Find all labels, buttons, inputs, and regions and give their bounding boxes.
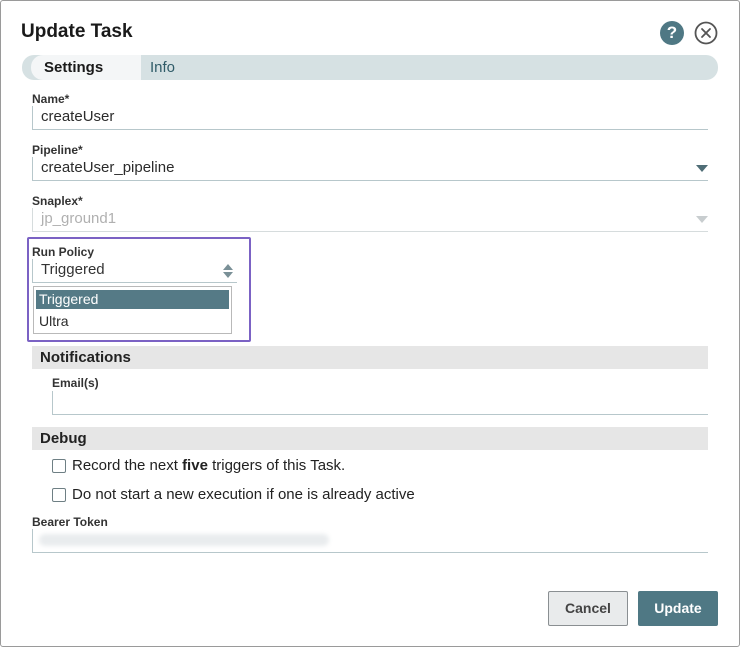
bearer-token-label: Bearer Token xyxy=(32,515,108,529)
help-icon[interactable]: ? xyxy=(660,21,684,45)
option-triggered[interactable]: Triggered xyxy=(36,290,229,309)
record-triggers-label: Record the next five triggers of this Ta… xyxy=(72,457,346,474)
email-label: Email(s) xyxy=(52,376,99,390)
record-triggers-checkbox[interactable] xyxy=(52,459,66,473)
name-input[interactable]: createUser xyxy=(32,106,708,130)
snaplex-select: jp_ground1 xyxy=(32,208,708,232)
pipeline-select[interactable]: createUser_pipeline xyxy=(32,157,708,181)
debug-section-header: Debug xyxy=(32,427,708,450)
run-policy-dropdown: Triggered Ultra xyxy=(33,286,232,334)
chevron-down-icon xyxy=(696,165,708,172)
option-ultra[interactable]: Ultra xyxy=(36,312,229,331)
dialog-title: Update Task xyxy=(21,21,133,42)
cancel-button[interactable]: Cancel xyxy=(548,591,628,626)
snaplex-label: Snaplex* xyxy=(32,194,83,208)
email-input[interactable] xyxy=(52,391,708,415)
no-concurrent-checkbox[interactable] xyxy=(52,488,66,502)
close-icon[interactable] xyxy=(694,21,718,45)
pipeline-label: Pipeline* xyxy=(32,143,83,157)
bearer-token-input[interactable] xyxy=(32,529,708,553)
name-label: Name* xyxy=(32,92,70,106)
tab-bar: Settings Info xyxy=(22,55,718,80)
run-policy-label: Run Policy xyxy=(32,245,95,259)
tab-info[interactable]: Info xyxy=(150,55,175,80)
snaplex-value: jp_ground1 xyxy=(41,210,117,227)
no-concurrent-label: Do not start a new execution if one is a… xyxy=(72,486,415,503)
redacted-token xyxy=(39,534,329,546)
chevron-down-icon xyxy=(696,216,708,223)
notifications-section-header: Notifications xyxy=(32,346,708,369)
run-policy-select[interactable]: Triggered xyxy=(32,259,237,283)
update-task-dialog: Update Task ? Settings Info Name* create… xyxy=(0,0,740,647)
run-policy-value: Triggered xyxy=(41,261,105,278)
tab-settings[interactable]: Settings xyxy=(31,55,141,80)
pipeline-value: createUser_pipeline xyxy=(41,159,175,176)
up-down-arrows-icon xyxy=(223,264,233,278)
update-button[interactable]: Update xyxy=(638,591,718,626)
